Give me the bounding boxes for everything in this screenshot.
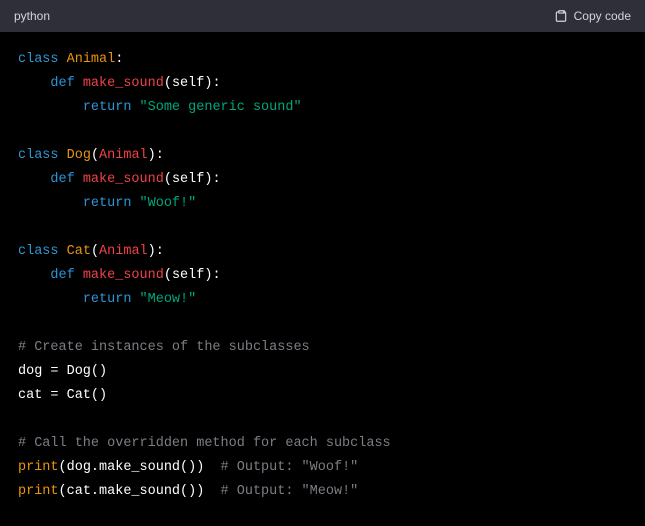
punct: ): — [148, 244, 164, 259]
string-literal: "Woof!" — [140, 196, 197, 211]
class-name-animal: Animal — [67, 52, 116, 67]
code-block: python Copy code class Animal: def make_… — [0, 0, 645, 526]
statement: dog = Dog() — [18, 364, 107, 379]
keyword-class: class — [18, 244, 59, 259]
clipboard-icon — [554, 9, 568, 23]
keyword-return: return — [83, 292, 132, 307]
punct: ( — [164, 172, 172, 187]
func-name: make_sound — [83, 172, 164, 187]
func-name: make_sound — [83, 76, 164, 91]
language-label: python — [14, 9, 50, 23]
class-name-cat: Cat — [67, 244, 91, 259]
param-self: self — [172, 268, 204, 283]
keyword-class: class — [18, 148, 59, 163]
keyword-def: def — [50, 76, 74, 91]
base-class: Animal — [99, 148, 148, 163]
keyword-class: class — [18, 52, 59, 67]
base-class: Animal — [99, 244, 148, 259]
comment: # Call the overridden method for each su… — [18, 436, 391, 451]
keyword-return: return — [83, 100, 132, 115]
punct: ( — [91, 148, 99, 163]
punct: ): — [204, 268, 220, 283]
comment: # Output: "Meow!" — [221, 484, 359, 499]
punct: ( — [164, 268, 172, 283]
comment: # Create instances of the subclasses — [18, 340, 310, 355]
code-header: python Copy code — [0, 0, 645, 32]
copy-code-label: Copy code — [574, 9, 631, 23]
call-expr: (cat.make_sound()) — [59, 484, 205, 499]
keyword-return: return — [83, 196, 132, 211]
punct: ): — [204, 76, 220, 91]
punct: ( — [164, 76, 172, 91]
comment: # Output: "Woof!" — [221, 460, 359, 475]
keyword-def: def — [50, 268, 74, 283]
copy-code-button[interactable]: Copy code — [554, 9, 631, 23]
punct: ): — [204, 172, 220, 187]
punct: ( — [91, 244, 99, 259]
code-area[interactable]: class Animal: def make_sound(self): retu… — [0, 32, 645, 526]
func-name: make_sound — [83, 268, 164, 283]
punct: : — [115, 52, 123, 67]
string-literal: "Some generic sound" — [140, 100, 302, 115]
param-self: self — [172, 76, 204, 91]
class-name-dog: Dog — [67, 148, 91, 163]
call-expr: (dog.make_sound()) — [59, 460, 205, 475]
builtin-print: print — [18, 484, 59, 499]
punct: ): — [148, 148, 164, 163]
keyword-def: def — [50, 172, 74, 187]
param-self: self — [172, 172, 204, 187]
statement: cat = Cat() — [18, 388, 107, 403]
string-literal: "Meow!" — [140, 292, 197, 307]
builtin-print: print — [18, 460, 59, 475]
